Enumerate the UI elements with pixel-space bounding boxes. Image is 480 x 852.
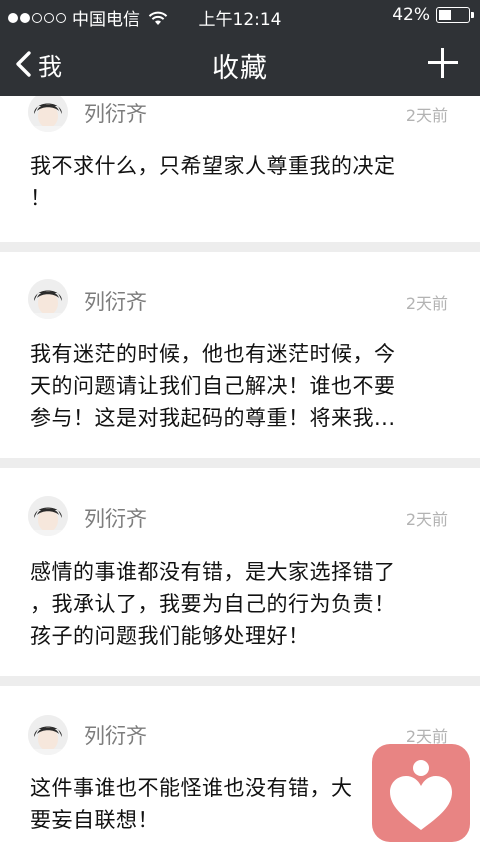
date-label: 2天前 — [405, 106, 448, 125]
author-name: 列衍齐 — [84, 724, 147, 748]
avatar-image — [28, 496, 68, 536]
battery-icon — [436, 7, 474, 23]
avatar — [28, 279, 68, 319]
avatar — [28, 92, 68, 132]
date-label: 2天前 — [405, 510, 448, 529]
author-name: 列衍齐 — [84, 290, 147, 314]
battery-percent: 42% — [392, 5, 430, 25]
content-line: 孩子的问题我们能够处理好！ — [30, 624, 310, 648]
favorite-content: 感情的事谁都没有错，是大家选择错了 ，我承认了，我要为自己的行为负责！ 孩子的问… — [30, 556, 450, 652]
content-line: ！ — [30, 186, 52, 210]
date-label: 2天前 — [405, 294, 448, 313]
page-title: 收藏 — [212, 53, 268, 84]
content-line: ，我承认了，我要为自己的行为负责！ — [30, 592, 396, 616]
content-line: 天的问题请让我们自己解决！谁也不要 — [30, 374, 396, 398]
author-name: 列衍齐 — [84, 102, 147, 126]
favorite-card[interactable]: 列衍齐 2天前 我有迷茫的时候，他也有迷茫时候，今 天的问题请让我们自己解决！谁… — [0, 252, 480, 458]
favorite-content: 我有迷茫的时候，他也有迷茫时候，今 天的问题请让我们自己解决！谁也不要 参与！这… — [30, 338, 450, 434]
heart-app-icon[interactable] — [372, 744, 470, 842]
top-bar: 中国电信 上午12:14 42% 我 收藏 — [0, 0, 480, 96]
favorite-content: 我不求什么，只希望家人尊重我的决定 ！ — [30, 150, 450, 214]
content-line: 参与！这是对我起码的尊重！将来我... — [30, 406, 396, 430]
status-right: 42% — [392, 5, 474, 25]
avatar-image — [28, 279, 68, 319]
avatar-image — [28, 715, 68, 755]
favorite-card[interactable]: 列衍齐 2天前 感情的事谁都没有错，是大家选择错了 ，我承认了，我要为自己的行为… — [0, 468, 480, 676]
content-line: 我有迷茫的时候，他也有迷茫时候，今 — [30, 342, 396, 366]
content-line: 我不求什么，只希望家人尊重我的决定 — [30, 154, 396, 178]
avatar — [28, 496, 68, 536]
author-name: 列衍齐 — [84, 507, 147, 531]
navigation-bar: 我 收藏 — [0, 32, 480, 96]
avatar — [28, 715, 68, 755]
heart-icon — [390, 760, 452, 830]
status-bar: 中国电信 上午12:14 42% — [0, 0, 480, 32]
avatar-image — [28, 92, 68, 132]
add-icon[interactable] — [428, 48, 458, 78]
content-line: 感情的事谁都没有错，是大家选择错了 — [30, 560, 396, 584]
